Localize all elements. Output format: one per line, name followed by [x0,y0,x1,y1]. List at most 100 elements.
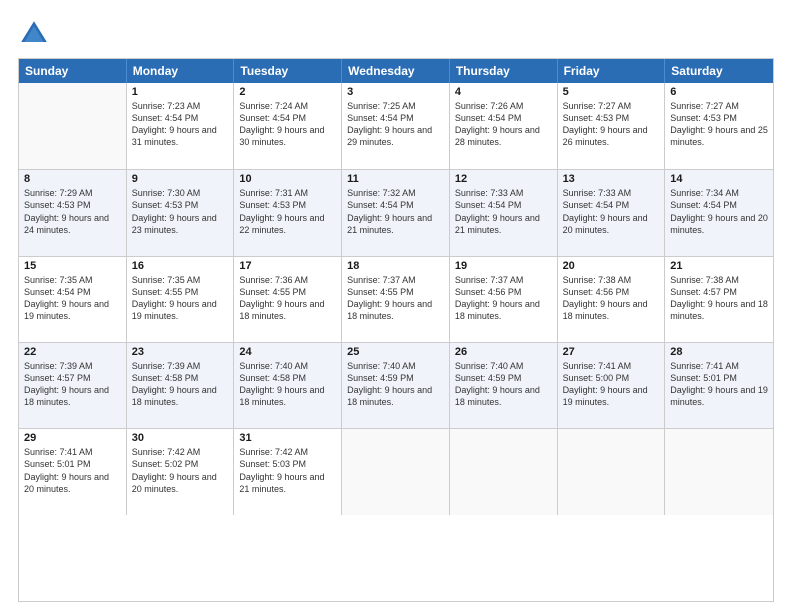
header [18,18,774,50]
day-info: Sunrise: 7:27 AMSunset: 4:53 PMDaylight:… [670,100,768,149]
day-cell-8: 8Sunrise: 7:29 AMSunset: 4:53 PMDaylight… [19,170,127,255]
day-cell-19: 19 Sunrise: 7:37 AMSunset: 4:56 PMDayligh… [450,257,558,342]
calendar-row-4: 29 Sunrise: 7:41 AMSunset: 5:01 PMDayligh… [19,428,773,514]
empty-cell [19,83,127,169]
day-cell-25: 25 Sunrise: 7:40 AMSunset: 4:59 PMDayligh… [342,343,450,428]
day-info: Sunrise: 7:40 AMSunset: 4:59 PMDaylight:… [455,360,552,409]
day-cell-27: 27 Sunrise: 7:41 AMSunset: 5:00 PMDayligh… [558,343,666,428]
day-number: 3 [347,86,444,98]
day-cell-9: 9 Sunrise: 7:30 AMSunset: 4:53 PMDaylight… [127,170,235,255]
day-info: Sunrise: 7:26 AMSunset: 4:54 PMDaylight:… [455,100,552,149]
day-number: 15 [24,260,121,272]
day-info: Sunrise: 7:33 AMSunset: 4:54 PMDaylight:… [455,187,552,236]
day-info: Sunrise: 7:38 AMSunset: 4:57 PMDaylight:… [670,274,768,323]
day-number: 29 [24,432,121,444]
empty-cell [665,429,773,514]
day-cell-1: 1 Sunrise: 7:23 AMSunset: 4:54 PMDaylight… [127,83,235,169]
day-cell-30: 30Sunrise: 7:42 AMSunset: 5:02 PMDayligh… [127,429,235,514]
day-info: Sunrise: 7:32 AMSunset: 4:54 PMDaylight:… [347,187,444,236]
day-info: Sunrise: 7:39 AMSunset: 4:57 PMDaylight:… [24,360,121,409]
day-number: 5 [563,86,660,98]
day-info: Sunrise: 7:41 AMSunset: 5:01 PMDaylight:… [24,446,121,495]
header-cell-wednesday: Wednesday [342,59,450,83]
header-cell-sunday: Sunday [19,59,127,83]
day-cell-29: 29 Sunrise: 7:41 AMSunset: 5:01 PMDayligh… [19,429,127,514]
day-info: Sunrise: 7:37 AMSunset: 4:56 PMDaylight:… [455,274,552,323]
day-info: Sunrise: 7:41 AMSunset: 5:01 PMDaylight:… [670,360,768,409]
day-number: 18 [347,260,444,272]
empty-cell [558,429,666,514]
day-info: Sunrise: 7:35 AMSunset: 4:55 PMDaylight:… [132,274,229,323]
day-cell-3: 3 Sunrise: 7:25 AMSunset: 4:54 PMDaylight… [342,83,450,169]
day-number: 16 [132,260,229,272]
empty-cell [450,429,558,514]
day-info: Sunrise: 7:24 AMSunset: 4:54 PMDaylight:… [239,100,336,149]
day-number: 8 [24,173,121,185]
day-cell-18: 18 Sunrise: 7:37 AMSunset: 4:55 PMDayligh… [342,257,450,342]
day-cell-14: 14 Sunrise: 7:34 AMSunset: 4:54 PMDayligh… [665,170,773,255]
header-cell-monday: Monday [127,59,235,83]
logo [18,18,54,50]
day-info: Sunrise: 7:40 AMSunset: 4:59 PMDaylight:… [347,360,444,409]
day-cell-6: 6 Sunrise: 7:27 AMSunset: 4:53 PMDaylight… [665,83,773,169]
day-number: 11 [347,173,444,185]
day-cell-5: 5 Sunrise: 7:27 AMSunset: 4:53 PMDaylight… [558,83,666,169]
day-cell-10: 10 Sunrise: 7:31 AMSunset: 4:53 PMDayligh… [234,170,342,255]
day-cell-16: 16 Sunrise: 7:35 AMSunset: 4:55 PMDayligh… [127,257,235,342]
day-number: 21 [670,260,768,272]
day-number: 12 [455,173,552,185]
day-number: 2 [239,86,336,98]
day-cell-24: 24Sunrise: 7:40 AMSunset: 4:58 PMDayligh… [234,343,342,428]
day-info: Sunrise: 7:42 AMSunset: 5:03 PMDaylight:… [239,446,336,495]
day-info: Sunrise: 7:41 AMSunset: 5:00 PMDaylight:… [563,360,660,409]
day-number: 28 [670,346,768,358]
header-cell-friday: Friday [558,59,666,83]
day-info: Sunrise: 7:38 AMSunset: 4:56 PMDaylight:… [563,274,660,323]
day-number: 31 [239,432,336,444]
logo-icon [18,18,50,50]
day-cell-11: 11 Sunrise: 7:32 AMSunset: 4:54 PMDayligh… [342,170,450,255]
day-cell-4: 4Sunrise: 7:26 AMSunset: 4:54 PMDaylight… [450,83,558,169]
day-info: Sunrise: 7:27 AMSunset: 4:53 PMDaylight:… [563,100,660,149]
page: SundayMondayTuesdayWednesdayThursdayFrid… [0,0,792,612]
day-cell-26: 26Sunrise: 7:40 AMSunset: 4:59 PMDayligh… [450,343,558,428]
empty-cell [342,429,450,514]
day-cell-22: 22 Sunrise: 7:39 AMSunset: 4:57 PMDayligh… [19,343,127,428]
header-cell-saturday: Saturday [665,59,773,83]
day-info: Sunrise: 7:30 AMSunset: 4:53 PMDaylight:… [132,187,229,236]
day-cell-23: 23Sunrise: 7:39 AMSunset: 4:58 PMDayligh… [127,343,235,428]
day-number: 22 [24,346,121,358]
day-info: Sunrise: 7:31 AMSunset: 4:53 PMDaylight:… [239,187,336,236]
day-number: 10 [239,173,336,185]
day-number: 20 [563,260,660,272]
day-info: Sunrise: 7:34 AMSunset: 4:54 PMDaylight:… [670,187,768,236]
day-info: Sunrise: 7:33 AMSunset: 4:54 PMDaylight:… [563,187,660,236]
calendar-row-2: 15 Sunrise: 7:35 AMSunset: 4:54 PMDayligh… [19,256,773,342]
day-info: Sunrise: 7:23 AMSunset: 4:54 PMDaylight:… [132,100,229,149]
header-cell-tuesday: Tuesday [234,59,342,83]
day-number: 14 [670,173,768,185]
day-cell-21: 21 Sunrise: 7:38 AMSunset: 4:57 PMDayligh… [665,257,773,342]
day-cell-17: 17 Sunrise: 7:36 AMSunset: 4:55 PMDayligh… [234,257,342,342]
day-number: 25 [347,346,444,358]
day-number: 13 [563,173,660,185]
day-number: 19 [455,260,552,272]
day-info: Sunrise: 7:25 AMSunset: 4:54 PMDaylight:… [347,100,444,149]
day-info: Sunrise: 7:35 AMSunset: 4:54 PMDaylight:… [24,274,121,323]
calendar-body: 1 Sunrise: 7:23 AMSunset: 4:54 PMDaylight… [19,83,773,601]
calendar-row-0: 1 Sunrise: 7:23 AMSunset: 4:54 PMDaylight… [19,83,773,169]
day-cell-20: 20 Sunrise: 7:38 AMSunset: 4:56 PMDayligh… [558,257,666,342]
day-number: 27 [563,346,660,358]
calendar-row-3: 22 Sunrise: 7:39 AMSunset: 4:57 PMDayligh… [19,342,773,428]
calendar-row-1: 8Sunrise: 7:29 AMSunset: 4:53 PMDaylight… [19,169,773,255]
day-number: 1 [132,86,229,98]
day-cell-13: 13 Sunrise: 7:33 AMSunset: 4:54 PMDayligh… [558,170,666,255]
day-info: Sunrise: 7:36 AMSunset: 4:55 PMDaylight:… [239,274,336,323]
day-number: 17 [239,260,336,272]
day-number: 30 [132,432,229,444]
day-number: 9 [132,173,229,185]
day-info: Sunrise: 7:37 AMSunset: 4:55 PMDaylight:… [347,274,444,323]
calendar-header: SundayMondayTuesdayWednesdayThursdayFrid… [19,59,773,83]
day-number: 24 [239,346,336,358]
day-number: 6 [670,86,768,98]
